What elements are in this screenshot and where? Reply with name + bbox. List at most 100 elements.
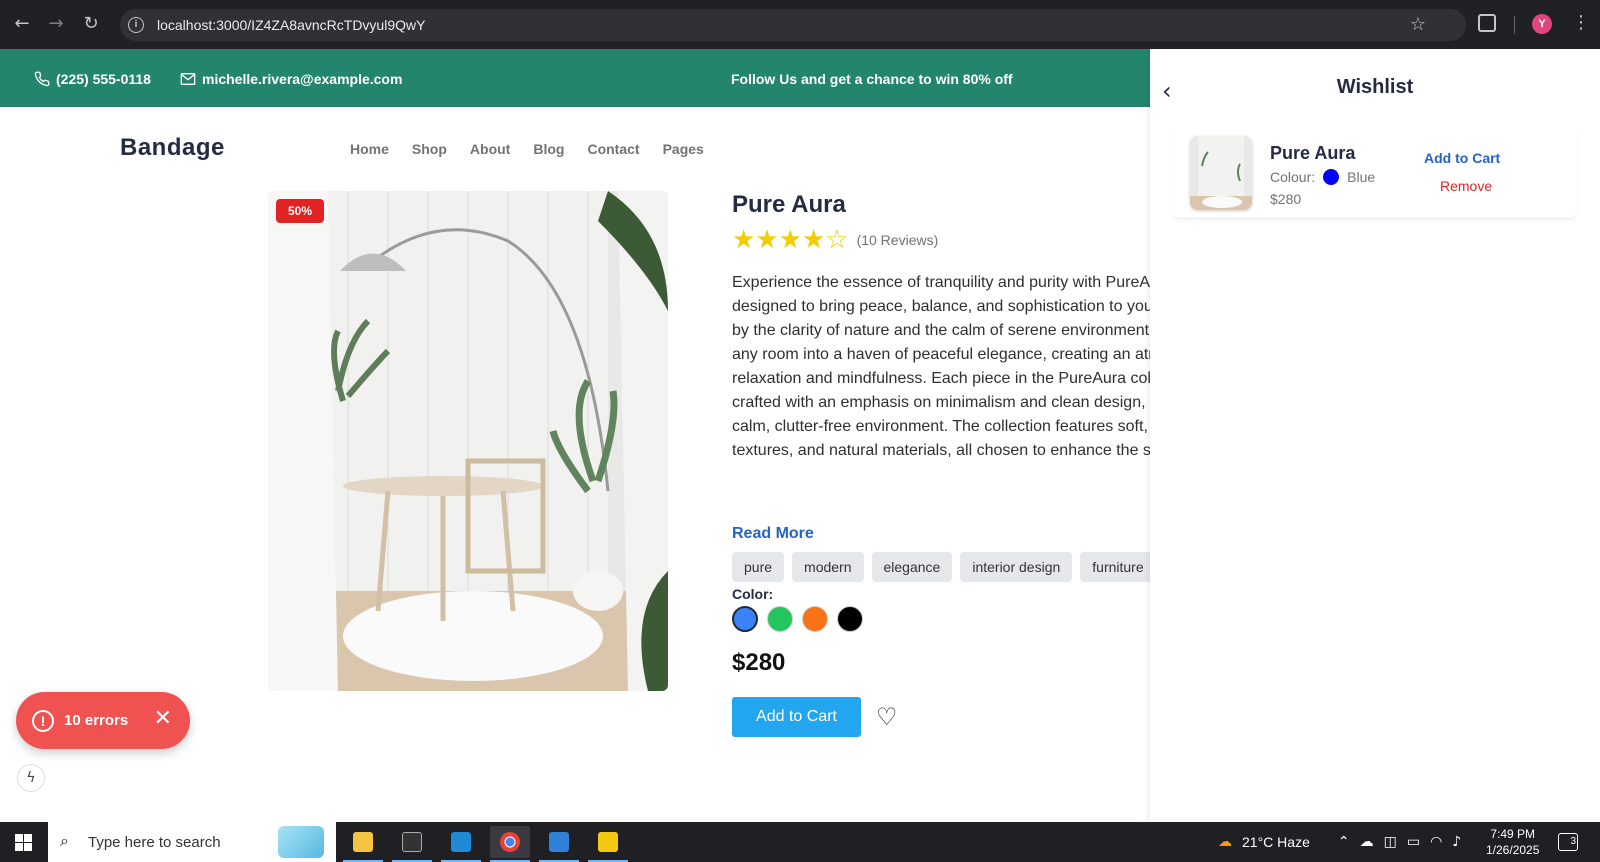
tag-chip[interactable]: interior design xyxy=(960,552,1073,582)
product-title: Pure Aura xyxy=(732,191,846,218)
review-count[interactable]: (10 Reviews) xyxy=(857,232,939,248)
color-label: Color: xyxy=(732,586,774,602)
tag-chip[interactable]: furniture xyxy=(1080,552,1156,582)
contact-phone: (225) 555-0118 xyxy=(34,71,151,87)
rating: ★ ★ ★ ★ ☆ (10 Reviews) xyxy=(732,225,939,255)
search-icon: ⌕ xyxy=(60,831,69,850)
color-swatch-orange[interactable] xyxy=(802,606,828,632)
add-to-cart-button[interactable]: Add to Cart xyxy=(732,697,861,737)
description-line: relaxation and mindfulness. Each piece i… xyxy=(732,370,1151,387)
forward-arrow-icon[interactable]: → xyxy=(44,12,68,36)
reload-icon[interactable]: ↻ xyxy=(79,12,103,36)
description-line: Experience the essence of tranquility an… xyxy=(732,274,1151,291)
lightning-icon[interactable]: ϟ xyxy=(17,764,45,792)
back-arrow-icon[interactable]: ← xyxy=(10,12,34,36)
brand-logo[interactable]: Bandage xyxy=(120,134,225,162)
mail-icon xyxy=(180,73,196,85)
description-line: designed to bring peace, balance, and so… xyxy=(732,298,1153,315)
color-swatches xyxy=(732,606,863,632)
wishlist-drawer: ‹ Wishlist Pure Aura Colour: Blue $280 A… xyxy=(1150,49,1600,822)
description-line: any room into a haven of peaceful elegan… xyxy=(732,346,1154,363)
extensions-icon[interactable] xyxy=(1478,14,1496,32)
wishlist-item-colour: Colour: Blue xyxy=(1270,169,1375,185)
url-text[interactable]: localhost:3000/IZ4ZA8avncRcTDvyul9QwY xyxy=(157,17,425,33)
weather-icon[interactable]: ☁ xyxy=(1218,834,1232,850)
system-clock[interactable]: 7:49 PM 1/26/2025 xyxy=(1486,826,1539,858)
star-filled-icon: ★ xyxy=(732,225,756,255)
error-count[interactable]: 10 errors xyxy=(64,712,128,729)
star-empty-icon: ☆ xyxy=(825,225,849,255)
star-filled-icon: ★ xyxy=(755,225,779,255)
discount-badge: 50% xyxy=(276,199,325,223)
azure-data-studio-icon[interactable] xyxy=(539,826,579,862)
windows-start-icon[interactable] xyxy=(15,834,32,851)
description-line: by the clarity of nature and the calm of… xyxy=(732,322,1150,339)
volume-icon[interactable]: ♪ xyxy=(1452,834,1461,850)
wishlist-item-price: $280 xyxy=(1270,191,1302,207)
vscode-icon[interactable] xyxy=(441,826,481,862)
tag-chip[interactable]: modern xyxy=(792,552,864,582)
phone-text: (225) 555-0118 xyxy=(56,71,151,87)
description-line: crafted with an emphasis on minimalism a… xyxy=(732,394,1146,411)
weather-text[interactable]: 21°C Haze xyxy=(1242,834,1310,850)
wishlist-item: Pure Aura Colour: Blue $280 Add to Cart … xyxy=(1174,127,1576,219)
wishlist-title: Wishlist xyxy=(1336,76,1414,98)
tag-chip[interactable]: elegance xyxy=(871,552,953,582)
terminal-icon[interactable] xyxy=(392,826,432,862)
system-tray: ☁ 21°C Haze ⌃ ☁ ◫ ▭ ◠ ♪ xyxy=(1218,822,1461,862)
onedrive-icon[interactable]: ☁ xyxy=(1360,834,1374,850)
file-explorer-icon[interactable] xyxy=(343,826,383,862)
main-nav: Home Shop About Blog Contact Pages xyxy=(350,141,704,157)
nav-pages[interactable]: Pages xyxy=(663,141,704,157)
product-price: $280 xyxy=(732,649,786,676)
read-more-link[interactable]: Read More xyxy=(732,525,814,543)
clock-time: 7:49 PM xyxy=(1490,827,1536,841)
alert-icon: ! xyxy=(32,709,54,732)
colour-label: Colour: xyxy=(1270,169,1316,185)
color-swatch-blue[interactable] xyxy=(732,606,758,632)
error-indicator[interactable]: ! 10 errors ✕ xyxy=(16,692,190,749)
nav-shop[interactable]: Shop xyxy=(412,141,447,157)
profile-avatar[interactable]: Y xyxy=(1532,14,1552,34)
meet-now-icon[interactable]: ◫ xyxy=(1384,834,1397,850)
page-viewport: (225) 555-0118 michelle.rivera@example.c… xyxy=(0,49,1600,822)
nav-blog[interactable]: Blog xyxy=(533,141,564,157)
bookmark-star-icon[interactable]: ☆ xyxy=(1410,14,1426,35)
contact-email: michelle.rivera@example.com xyxy=(180,71,402,87)
close-icon[interactable]: ✕ xyxy=(154,708,172,730)
chevron-up-icon[interactable]: ⌃ xyxy=(1338,834,1350,850)
clock-date: 1/26/2025 xyxy=(1486,843,1540,857)
battery-icon[interactable]: ▭ xyxy=(1407,834,1420,850)
wishlist-item-thumbnail xyxy=(1190,136,1252,210)
nav-home[interactable]: Home xyxy=(350,141,389,157)
wishlist-remove-button[interactable]: Remove xyxy=(1440,178,1492,194)
wifi-icon[interactable]: ◠ xyxy=(1430,834,1442,850)
search-placeholder[interactable]: Type here to search xyxy=(88,834,221,851)
taskbar-search[interactable]: ⌕ Type here to search xyxy=(48,822,336,862)
description-line: calm, clutter-free environment. The coll… xyxy=(732,418,1148,435)
star-filled-icon: ★ xyxy=(778,225,802,255)
product-image: 50% xyxy=(268,191,668,691)
address-bar[interactable]: i localhost:3000/IZ4ZA8avncRcTDvyul9QwY … xyxy=(120,9,1466,41)
promo-text: Follow Us and get a chance to win 80% of… xyxy=(731,71,1013,87)
nav-about[interactable]: About xyxy=(470,141,510,157)
colour-dot xyxy=(1323,169,1340,185)
search-highlight-image xyxy=(278,826,324,858)
chrome-icon[interactable] xyxy=(490,826,530,862)
site-info-icon[interactable]: i xyxy=(128,17,144,33)
wishlist-add-to-cart-button[interactable]: Add to Cart xyxy=(1424,150,1500,166)
notification-icon[interactable]: 3 xyxy=(1558,833,1578,851)
toolbar-divider xyxy=(1514,16,1515,34)
star-filled-icon: ★ xyxy=(801,225,826,255)
color-swatch-green[interactable] xyxy=(767,606,793,632)
email-text: michelle.rivera@example.com xyxy=(202,71,403,87)
nav-contact[interactable]: Contact xyxy=(587,141,639,157)
color-swatch-black[interactable] xyxy=(837,606,863,632)
windows-taskbar: ⌕ Type here to search ☁ 21°C Haze ⌃ ☁ ◫ … xyxy=(0,822,1600,862)
product-photo xyxy=(268,191,668,691)
power-bi-icon[interactable] xyxy=(588,826,628,862)
wishlist-heart-icon[interactable]: ♡ xyxy=(876,705,898,729)
browser-menu-icon[interactable]: ⋮ xyxy=(1572,12,1590,33)
tag-chip[interactable]: pure xyxy=(732,552,785,582)
phone-icon xyxy=(34,71,50,87)
